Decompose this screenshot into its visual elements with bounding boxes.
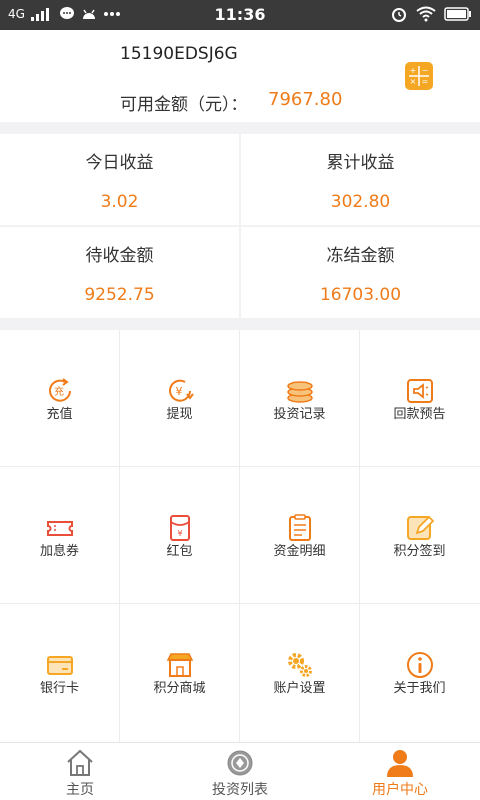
- menu-bank-card[interactable]: 银行卡: [0, 604, 119, 740]
- balance-label: 可用金额（元）：: [120, 95, 248, 115]
- menu-points-mall[interactable]: 积分商城: [120, 604, 239, 740]
- menu-points-signin[interactable]: 积分签到: [360, 467, 479, 603]
- home-icon: [67, 749, 93, 776]
- menu-label: 资金明细: [273, 544, 326, 559]
- divider: [119, 330, 120, 742]
- balance-value: 7967.80: [268, 89, 343, 110]
- stat-label: 今日收益: [85, 153, 154, 173]
- menu-label: 提现: [166, 407, 193, 422]
- status-right: [390, 5, 472, 23]
- tab-label: 用户中心: [372, 782, 428, 798]
- menu-investment-records[interactable]: 投资记录: [240, 330, 359, 466]
- wifi-icon: [416, 6, 436, 22]
- menu-label: 积分商城: [153, 681, 206, 696]
- user-icon: [387, 750, 413, 777]
- svg-text:¥: ¥: [177, 529, 182, 538]
- menu-label: 积分签到: [393, 544, 446, 559]
- divider: [0, 225, 480, 227]
- tab-label: 投资列表: [212, 782, 268, 798]
- bank-card-icon: [46, 656, 73, 675]
- announcement-icon: [406, 379, 433, 403]
- stat-value: 3.02: [100, 192, 139, 212]
- divider: [0, 603, 480, 604]
- red-envelope-icon: ¥: [169, 515, 190, 541]
- tab-home[interactable]: 主页: [0, 743, 160, 800]
- stat-value: 302.80: [330, 192, 391, 212]
- menu-label: 银行卡: [39, 681, 79, 696]
- coins-icon: [286, 381, 313, 403]
- tab-label: 主页: [66, 782, 94, 798]
- stat-value: 9252.75: [84, 285, 155, 305]
- menu-label: 充值: [46, 407, 73, 422]
- menu-fund-details[interactable]: 资金明细: [240, 467, 359, 603]
- coin-icon: [227, 750, 253, 776]
- tab-invest-list[interactable]: 投资列表: [160, 743, 320, 800]
- account-id: 15190EDSJ6G: [120, 44, 238, 64]
- menu-account-settings[interactable]: 账户设置: [240, 604, 359, 740]
- stat-pending-amount: 待收金额 9252.75: [0, 227, 239, 318]
- stat-label: 冻结金额: [326, 246, 395, 266]
- stat-label: 待收金额: [85, 246, 154, 266]
- menu-red-envelope[interactable]: ¥ 红包: [120, 467, 239, 603]
- divider: [359, 330, 360, 742]
- recharge-icon: 充: [48, 378, 71, 402]
- stat-label: 累计收益: [326, 153, 395, 173]
- svg-text:充: 充: [54, 385, 64, 398]
- shop-icon: [166, 653, 193, 677]
- svg-text:×: ×: [410, 77, 417, 86]
- menu-rate-coupon[interactable]: 加息券: [0, 467, 119, 603]
- menu-recharge[interactable]: 充 充值: [0, 330, 119, 466]
- divider: [0, 466, 480, 467]
- menu-label: 回款预告: [393, 407, 446, 422]
- info-icon: [406, 652, 433, 678]
- menu-label: 关于我们: [393, 681, 446, 696]
- tab-user-center[interactable]: 用户中心: [320, 743, 480, 800]
- svg-text:−: −: [422, 66, 429, 75]
- menu-label: 红包: [166, 544, 193, 559]
- svg-text:¥: ¥: [175, 385, 182, 398]
- menu-label: 加息券: [39, 544, 79, 559]
- account-header: 15190EDSJ6G 可用金额（元）： 7967.80 + − × =: [0, 30, 480, 122]
- withdraw-icon: ¥: [168, 379, 194, 402]
- stat-today-earnings: 今日收益 3.02: [0, 134, 239, 225]
- svg-text:+: +: [410, 66, 417, 75]
- document-icon: [288, 514, 311, 541]
- stat-value: 16703.00: [319, 285, 402, 305]
- function-grid: 充 充值 ¥ 提现 投资记录 回款预告 加息券 ¥ 红包 资金明细 积分签到 银…: [0, 330, 480, 742]
- menu-label: 投资记录: [273, 407, 326, 422]
- alarm-icon: [392, 8, 406, 22]
- menu-repayment-notice[interactable]: 回款预告: [360, 330, 479, 466]
- gear-icon: [287, 653, 312, 677]
- status-bar: 4G 11:36: [0, 0, 480, 30]
- divider: [239, 330, 240, 742]
- earnings-stats: 今日收益 3.02 累计收益 302.80 待收金额 9252.75 冻结金额 …: [0, 134, 480, 318]
- menu-label: 账户设置: [273, 681, 326, 696]
- bottom-tab-bar: 主页 投资列表 用户中心: [0, 742, 480, 800]
- menu-about-us[interactable]: 关于我们: [360, 604, 479, 740]
- menu-withdraw[interactable]: ¥ 提现: [120, 330, 239, 466]
- stat-total-earnings: 累计收益 302.80: [241, 134, 480, 225]
- calculator-icon[interactable]: + − × =: [405, 62, 433, 90]
- ticket-icon: [46, 521, 73, 536]
- signin-icon: [406, 515, 434, 540]
- svg-text:=: =: [422, 77, 429, 86]
- stat-frozen-amount: 冻结金额 16703.00: [241, 227, 480, 318]
- battery-icon: [444, 7, 471, 21]
